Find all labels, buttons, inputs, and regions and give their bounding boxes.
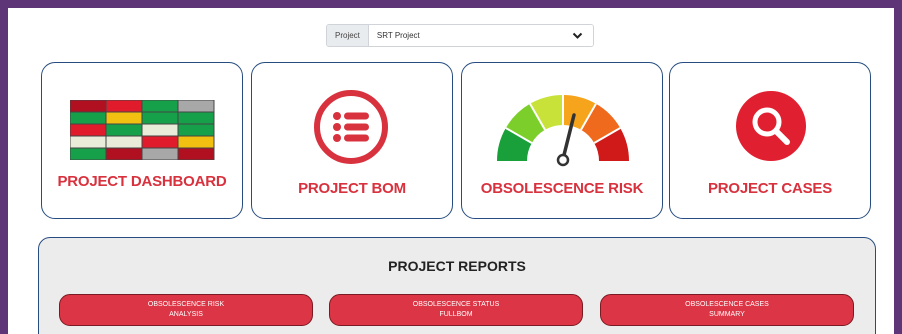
project-dashboard-tile[interactable]: PROJECT DASHBOARD [41,62,243,219]
project-bom-tile[interactable]: PROJECT BOM [251,62,453,219]
gauge-icon [496,94,629,167]
button-label-line1: OBSOLESCENCE RISK [147,301,225,308]
obsolescence-status-fullbom-button[interactable]: OBSOLESCENCE STATUS FULLBOM [329,294,583,326]
button-label-line2: SUMMARY [709,311,745,318]
chevron-down-icon [572,32,583,39]
button-label-line2: FULLBOM [439,311,473,318]
button-label-line2: ANALYSIS [169,311,203,318]
obsolescence-cases-summary-button[interactable]: OBSOLESCENCE CASES SUMMARY [600,294,854,326]
search-icon [736,91,806,161]
obsolescence-risk-tile[interactable]: OBSOLESCENCE RISK [461,62,663,219]
project-reports-section: PROJECT REPORTS OBSOLESCENCE RISK ANALYS… [38,237,876,334]
project-select-value: SRT Project [376,31,420,40]
obsolescence-risk-analysis-button[interactable]: OBSOLESCENCE RISK ANALYSIS [59,294,313,326]
project-selector[interactable]: Project SRT Project [326,24,594,47]
button-label-line1: OBSOLESCENCE CASES [685,301,769,308]
button-label-line1: OBSOLESCENCE STATUS [412,301,500,308]
tile-title: PROJECT BOM [298,180,406,197]
tile-title: PROJECT DASHBOARD [57,173,227,190]
tile-title: OBSOLESCENCE RISK [480,180,644,197]
tile-title: PROJECT CASES [707,180,833,197]
grid-status-icon [70,100,215,160]
reports-title: PROJECT REPORTS [388,258,526,274]
project-select[interactable]: SRT Project [368,25,593,46]
list-icon [314,90,388,164]
main-panel: Project SRT Project PROJECT DASHBOARD PR… [8,8,894,334]
project-selector-label: Project [327,25,369,46]
project-cases-tile[interactable]: PROJECT CASES [669,62,871,219]
